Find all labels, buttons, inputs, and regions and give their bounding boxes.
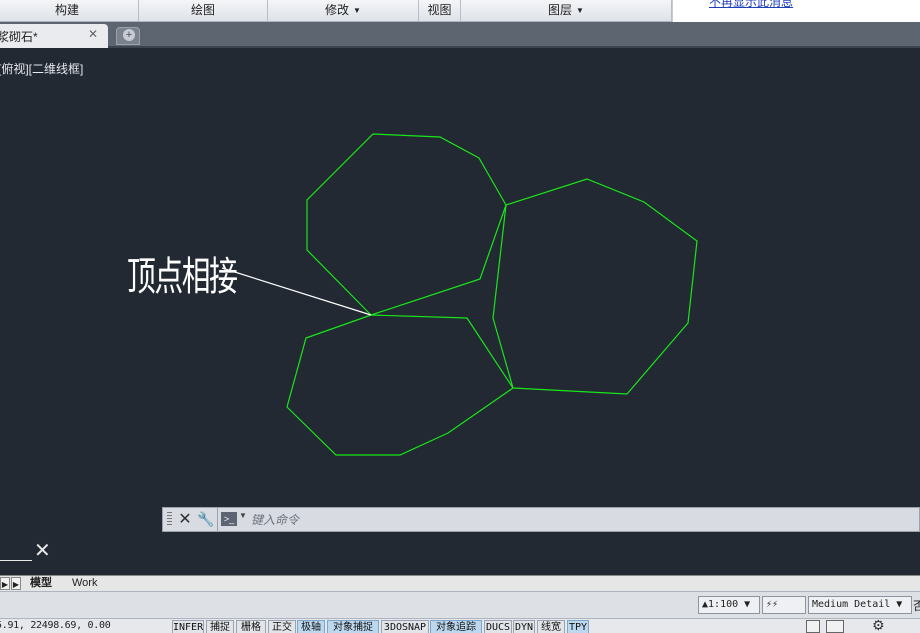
tab-work[interactable]: Work xyxy=(72,576,97,591)
file-tab[interactable]: 浆砌石* ✕ xyxy=(0,24,108,48)
close-icon[interactable]: ✕ xyxy=(88,27,98,41)
model-space-icon[interactable] xyxy=(806,620,820,633)
status-bar: 5.91, 22498.69, 0.00 INFER 捕捉 栅格 正交 极轴 对象捕捉 3D… xyxy=(0,618,920,633)
annotation-scale-select[interactable]: ▲1:100 ▼ xyxy=(698,596,760,614)
status-toggle[interactable]: DYN xyxy=(513,620,535,633)
cursor-coordinates: 5.91, 22498.69, 0.00 xyxy=(0,620,111,631)
annotation-text: 顶点相接 xyxy=(127,254,238,300)
status-toggle[interactable]: 正交 xyxy=(268,620,296,633)
command-input[interactable] xyxy=(251,510,911,530)
ribbon-panel-view[interactable]: 视图 xyxy=(419,0,461,21)
annotation-visibility-icon[interactable]: ⚡⚡ xyxy=(762,596,806,614)
chevron-down-icon: ▼ xyxy=(353,6,361,15)
new-tab-button[interactable]: + xyxy=(116,27,140,45)
command-line: ✕ 🔧 >_ ▼ xyxy=(162,507,920,532)
chevron-down-icon[interactable]: ▼ xyxy=(239,511,247,520)
status-toggle[interactable]: 对象追踪 xyxy=(430,620,482,633)
status-toggle[interactable]: 极轴 xyxy=(297,620,325,633)
notification-balloon: 不再显示此消息 xyxy=(672,0,920,22)
next-layout-icon[interactable]: ▶ xyxy=(11,577,21,590)
status-toggle[interactable]: 3DOSNAP xyxy=(381,620,429,633)
status-toggle[interactable]: TPY xyxy=(567,620,589,633)
tab-model[interactable]: 模型 xyxy=(30,576,52,591)
annotation-controls: ▲1:100 ▼ ⚡⚡ Medium Detail ▼ xyxy=(698,596,912,614)
status-toggle[interactable]: 线宽 xyxy=(537,620,565,633)
polygon-bottom[interactable] xyxy=(286,314,514,456)
status-toggle[interactable]: 对象捕捉 xyxy=(327,620,379,633)
truncated-label: 否 xyxy=(913,599,920,613)
grip-handle[interactable] xyxy=(167,512,172,527)
layout-tab-bar: ▶ ▶ 模型 Work xyxy=(0,575,920,591)
command-prompt-icon[interactable]: >_ xyxy=(221,512,237,526)
status-toggle[interactable]: INFER xyxy=(172,620,204,633)
file-tab-name: 浆砌石* xyxy=(0,30,38,44)
polygon-top[interactable] xyxy=(306,133,507,316)
polygon-right[interactable] xyxy=(492,178,698,395)
drawing-canvas[interactable] xyxy=(0,50,920,575)
dismiss-notification-link[interactable]: 不再显示此消息 xyxy=(709,0,793,10)
panel-label: 图层 xyxy=(548,3,573,17)
quick-view-icon[interactable] xyxy=(826,620,844,633)
panel-label: 视图 xyxy=(427,3,452,17)
panel-label: 修改 xyxy=(325,3,350,17)
panel-label: 构建 xyxy=(54,3,79,17)
gear-icon[interactable]: ⚙ xyxy=(872,618,885,632)
ribbon-panel-modify[interactable]: 修改 ▼ xyxy=(268,0,419,21)
ribbon-panel-layers[interactable]: 图层 ▼ xyxy=(461,0,672,21)
status-toggle[interactable]: 捕捉 xyxy=(206,620,234,633)
visual-style-select[interactable]: Medium Detail ▼ xyxy=(808,596,912,614)
panel-label: 绘图 xyxy=(190,3,215,17)
previous-layout-icon[interactable]: ▶ xyxy=(0,577,10,590)
ribbon-panel-draw[interactable]: 绘图 xyxy=(139,0,268,21)
ucs-x-icon: ✕ xyxy=(34,540,51,562)
ribbon-panel-build[interactable]: 构建 xyxy=(0,0,139,21)
status-toggle[interactable]: DUCS xyxy=(484,620,512,633)
status-toggle[interactable]: 栅格 xyxy=(236,620,266,633)
file-tab-bar: 浆砌石* ✕ + xyxy=(0,22,920,48)
wrench-icon[interactable]: 🔧 xyxy=(197,509,215,530)
ribbon-panel-bar: 构建 绘图 修改 ▼ 视图 图层 ▼ 不再显示此消息 xyxy=(0,0,920,22)
divider xyxy=(217,508,218,532)
ucs-axis-icon xyxy=(0,560,32,561)
chevron-down-icon: ▼ xyxy=(576,6,584,15)
plus-icon: + xyxy=(123,29,135,41)
close-icon[interactable]: ✕ xyxy=(176,509,194,530)
